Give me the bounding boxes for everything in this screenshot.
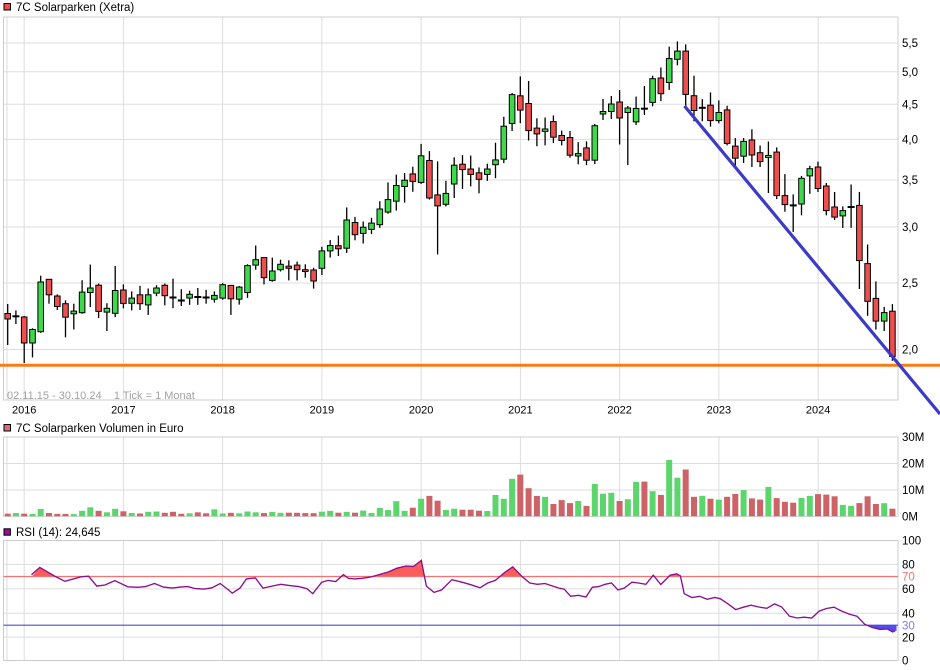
svg-text:10M: 10M bbox=[902, 485, 924, 497]
svg-text:40: 40 bbox=[902, 609, 915, 621]
svg-text:80: 80 bbox=[902, 560, 915, 572]
svg-text:20: 20 bbox=[902, 632, 915, 644]
svg-text:5,0: 5,0 bbox=[902, 67, 918, 79]
svg-text:2019: 2019 bbox=[310, 405, 334, 417]
svg-text:4,0: 4,0 bbox=[902, 135, 918, 147]
svg-text:3,5: 3,5 bbox=[902, 175, 918, 187]
svg-text:2016: 2016 bbox=[12, 405, 36, 417]
svg-text:70: 70 bbox=[902, 572, 915, 584]
svg-text:0M: 0M bbox=[902, 512, 918, 524]
svg-text:2022: 2022 bbox=[607, 405, 631, 417]
svg-text:0: 0 bbox=[902, 656, 908, 668]
svg-text:2,0: 2,0 bbox=[902, 345, 918, 357]
svg-text:02.11.15 - 30.10.24 1 Tick: 02.11.15 - 30.10.24 1 Tick = 1 Monat bbox=[7, 390, 195, 402]
svg-text:5,5: 5,5 bbox=[902, 38, 918, 50]
svg-text:2021: 2021 bbox=[508, 405, 532, 417]
svg-text:2023: 2023 bbox=[707, 405, 731, 417]
svg-text:100: 100 bbox=[902, 536, 921, 548]
svg-text:RSI (14): 24,645: RSI (14): 24,645 bbox=[16, 527, 100, 539]
svg-text:2,5: 2,5 bbox=[902, 278, 918, 290]
svg-text:4,5: 4,5 bbox=[902, 99, 918, 111]
svg-text:30M: 30M bbox=[902, 432, 924, 444]
svg-text:2018: 2018 bbox=[210, 405, 234, 417]
svg-text:7C Solarparken Volumen in Euro: 7C Solarparken Volumen in Euro bbox=[16, 423, 184, 435]
svg-text:30: 30 bbox=[902, 620, 915, 632]
svg-text:20M: 20M bbox=[902, 459, 924, 471]
svg-text:2017: 2017 bbox=[111, 405, 135, 417]
svg-text:7C Solarparken (Xetra): 7C Solarparken (Xetra) bbox=[16, 2, 134, 14]
svg-text:60: 60 bbox=[902, 584, 915, 596]
svg-text:2020: 2020 bbox=[409, 405, 433, 417]
svg-text:3,0: 3,0 bbox=[902, 222, 918, 234]
svg-text:2024: 2024 bbox=[806, 405, 830, 417]
